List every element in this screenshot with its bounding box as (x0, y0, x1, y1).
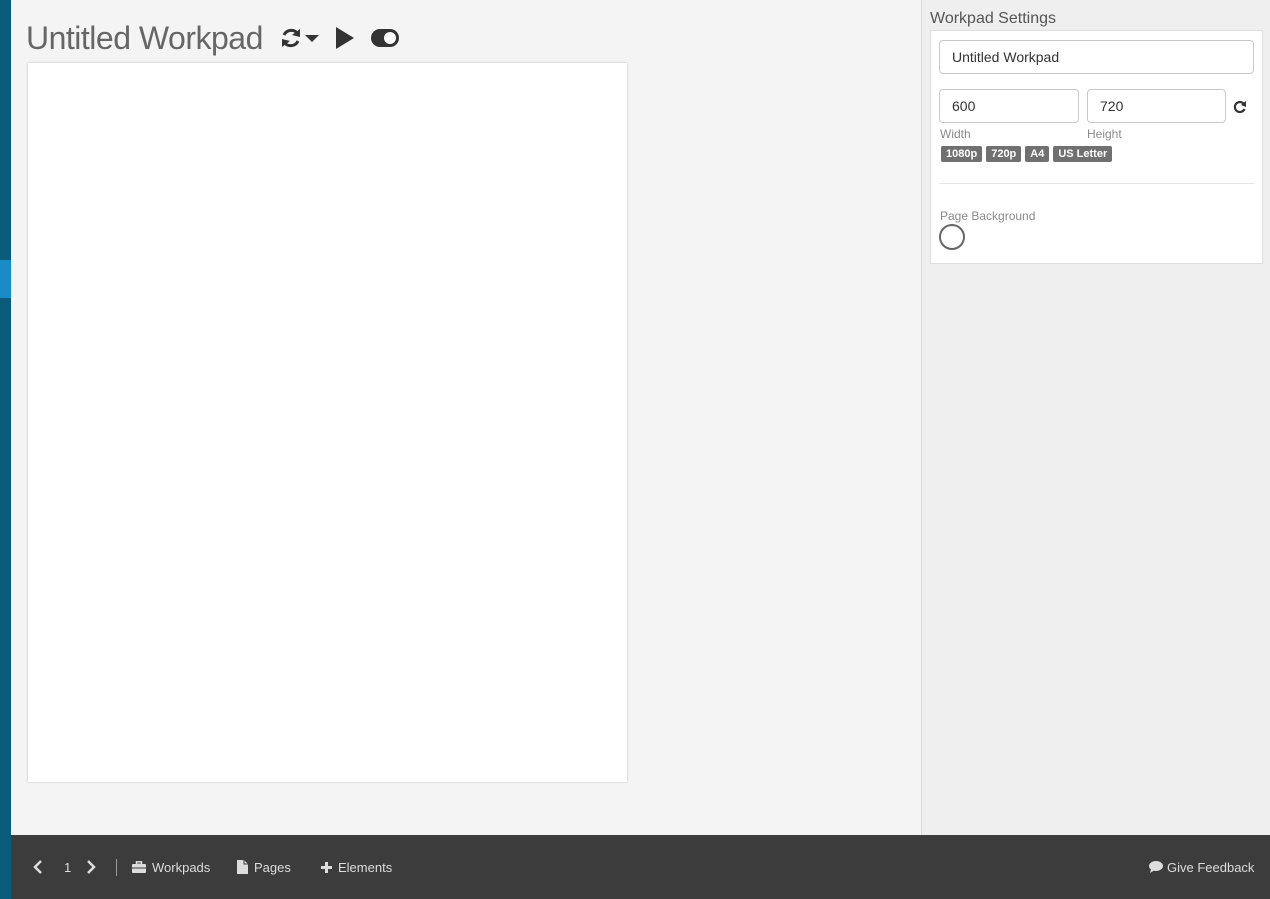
give-feedback-button[interactable]: Give Feedback (1149, 835, 1254, 899)
footer-separator (116, 859, 117, 876)
page-background-label: Page Background (940, 209, 1036, 223)
footer-toolbar: 1 Workpads Pages Elements Give Feedback (11, 835, 1270, 899)
chevron-left-icon (33, 860, 43, 874)
briefcase-icon (132, 861, 146, 873)
workspace: Untitled Workpad (11, 0, 921, 835)
next-page-button[interactable] (86, 835, 96, 899)
swap-dimensions-button[interactable] (1233, 100, 1247, 119)
comment-icon (1149, 861, 1163, 873)
workpad-page-canvas[interactable] (28, 63, 627, 782)
height-label: Height (1087, 127, 1122, 141)
preset-us-letter[interactable]: US Letter (1053, 146, 1113, 162)
page-background-color-picker[interactable] (939, 224, 965, 250)
toggle-icon (370, 29, 399, 47)
left-nav-active-item[interactable] (0, 260, 11, 298)
chevron-right-icon (86, 860, 96, 874)
workpads-label: Workpads (152, 859, 211, 875)
elements-label: Elements (338, 859, 393, 875)
pages-label: Pages (254, 859, 291, 875)
refresh-icon (279, 26, 303, 50)
workpad-header: Untitled Workpad (26, 16, 399, 60)
elements-button[interactable]: Elements (321, 835, 392, 899)
workpads-button[interactable]: Workpads (132, 835, 210, 899)
previous-page-button[interactable] (33, 835, 43, 899)
left-nav-bar (0, 0, 11, 899)
caret-down-icon (304, 33, 319, 43)
toggle-button[interactable] (370, 29, 399, 47)
panel-divider (939, 183, 1254, 184)
refresh-button[interactable] (279, 26, 319, 50)
preset-a4[interactable]: A4 (1025, 146, 1050, 162)
settings-sidebar: Workpad Settings Width Height 1080p 720p… (921, 0, 1270, 835)
file-icon (237, 860, 248, 874)
workpad-name-input[interactable] (939, 40, 1254, 74)
page-number: 1 (64, 859, 72, 875)
height-input[interactable] (1087, 89, 1226, 123)
preset-720p[interactable]: 720p (986, 146, 1022, 162)
workpad-settings-panel: Width Height 1080p 720p A4 US Letter Pag… (930, 30, 1263, 264)
width-input[interactable] (939, 89, 1079, 123)
plus-icon (321, 861, 332, 873)
give-feedback-label: Give Feedback (1167, 859, 1255, 875)
sidebar-title: Workpad Settings (930, 10, 1056, 27)
rotate-icon (1233, 100, 1247, 118)
preset-1080p[interactable]: 1080p (941, 146, 983, 162)
width-label: Width (940, 127, 971, 141)
pages-button[interactable]: Pages (237, 835, 291, 899)
play-icon (335, 26, 355, 50)
workpad-title: Untitled Workpad (26, 19, 263, 56)
size-presets: 1080p 720p A4 US Letter (941, 146, 1113, 162)
play-button[interactable] (335, 26, 355, 50)
